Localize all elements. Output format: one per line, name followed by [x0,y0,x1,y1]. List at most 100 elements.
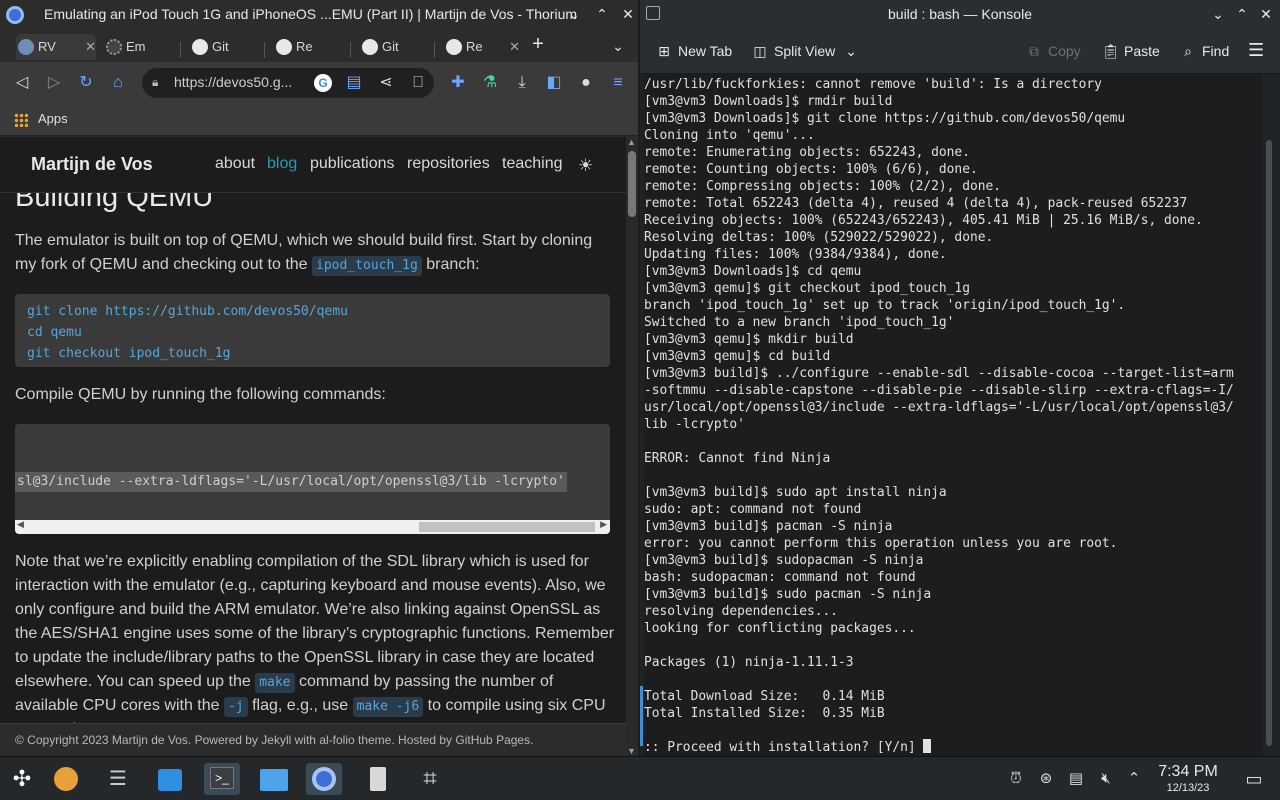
tray-expand-icon[interactable]: ⌃ [1124,769,1144,789]
konsole-taskbar-icon[interactable]: >_ [204,763,240,795]
new-tab-button[interactable]: ⊞ New Tab [656,43,732,60]
browser-toolbar: ◁ ▷ ↻ ⌂ 🔒︎ https://devos50.g... G ▤ ⋖ ⎕ … [0,62,638,104]
apps-bookmark[interactable]: Apps [38,111,68,126]
show-desktop-icon[interactable]: ▭ [1244,769,1264,789]
clipboard-icon[interactable]: ▤ [1066,769,1086,789]
terminal-line: lib -lcrypto' [644,417,745,432]
close-icon[interactable]: ✕ [620,6,636,22]
chevron-down-icon: ⌄ [845,43,857,59]
code-line: cd qemu [27,325,82,340]
reload-icon[interactable]: ↻ [76,73,96,93]
pager-icon[interactable] [50,763,82,795]
page-scrollbar[interactable]: ▲ ▼ [626,137,638,756]
tab-close-icon[interactable]: ✕ [509,34,520,60]
bookmark-icon[interactable]: ⎕ [408,73,428,93]
usb-icon[interactable] [362,763,394,795]
sidebar-icon[interactable]: ◧ [544,73,564,93]
minimize-icon[interactable]: ⌄ [566,6,582,22]
button-label: Find [1202,43,1230,59]
minimize-icon[interactable]: ⌄ [1210,6,1226,22]
button-label: Paste [1124,43,1160,59]
extensions-icon[interactable]: ✚ [448,73,468,93]
scroll-down-icon[interactable]: ▼ [627,746,636,756]
home-icon[interactable]: ⌂ [108,73,128,93]
tab-2[interactable]: Em [104,34,178,60]
nav-teaching[interactable]: teaching [502,155,563,173]
maximize-icon[interactable]: ⌃ [1234,6,1250,22]
tab-3[interactable]: Git [190,34,260,60]
new-tab-icon[interactable]: + [530,34,546,54]
scroll-up-icon[interactable]: ▲ [627,137,636,147]
url-text: https://devos50.g... [174,74,293,90]
back-icon[interactable]: ◁ [12,73,32,93]
settings-sliders-icon[interactable]: ☰ [102,763,134,795]
tab-search-chevron-icon[interactable]: ⌄ [610,38,626,54]
theme-toggle-icon[interactable]: ☀ [578,156,593,176]
app-launcher-icon[interactable]: ✣ [6,763,38,795]
thorium-taskbar-icon[interactable] [306,763,342,795]
terminal-scrollbar[interactable] [1266,140,1272,746]
terminal-line: remote: Enumerating objects: 652243, don… [644,145,970,160]
terminal-output[interactable]: /usr/lib/fuckforkies: cannot remove 'bui… [644,74,1262,756]
terminal-line: error: you cannot perform this operation… [644,536,1118,551]
close-icon[interactable]: ✕ [1258,6,1274,22]
scrollbar-thumb[interactable] [419,522,595,532]
terminal-line: usr/local/opt/openssl@3/include --extra-… [644,400,1234,415]
scroll-right-icon[interactable]: ▶ [600,519,607,530]
focus-indicator [640,686,643,746]
lock-icon: 🔒︎ [152,75,159,89]
nav-publications[interactable]: publications [310,155,395,173]
terminal-line: bash: sudopacman: command not found [644,570,916,585]
site-brand[interactable]: Martijn de Vos [31,154,153,175]
updates-icon[interactable]: ⊛ [1036,769,1056,789]
share-icon[interactable]: ⋖ [376,73,396,93]
search-icon: ⌕ [1184,43,1192,59]
scrollbar-thumb[interactable] [628,151,636,217]
store-icon[interactable] [154,763,186,795]
code-block-clone: git clone https://github.com/devos50/qem… [15,294,610,367]
file-manager-icon[interactable] [258,763,290,795]
github-icon [446,39,462,55]
nav-repositories[interactable]: repositories [407,155,490,173]
tab-strip: RV ✕ Em Git Re Git Re ✕ + ⌄ [0,30,638,62]
code-line: git clone https://github.com/devos50/qem… [27,304,348,319]
tab-6[interactable]: Re ✕ [444,34,520,60]
tab-close-icon[interactable]: ✕ [85,34,96,60]
terminal-line: sudo: apt: command not found [644,502,862,517]
forward-icon[interactable]: ▷ [44,73,64,93]
scroll-left-icon[interactable]: ◀ [17,519,24,530]
clock[interactable]: 7:34 PM 12/13/23 [1150,763,1226,795]
tab-1[interactable]: RV ✕ [16,34,96,60]
volume-muted-icon[interactable]: 🔇︎ [1096,769,1116,789]
copy-button[interactable]: ⧉ Copy [1026,43,1081,60]
nav-about[interactable]: about [215,155,255,173]
tab-favicon-icon [18,39,34,55]
terminal-line: remote: Total 652243 (delta 4), reused 4… [644,196,1188,211]
reader-mode-icon[interactable]: ▤ [344,73,364,93]
bookmarks-bar: Apps [0,104,638,136]
nav-blog[interactable]: blog [267,155,297,173]
para-text: flag, e.g., use [247,697,353,714]
notifications-icon[interactable]: ⏰︎ [1006,769,1026,789]
split-view-button[interactable]: ◫ Split View ⌄ [752,43,857,60]
browser-titlebar: Emulating an iPod Touch 1G and iPhoneOS … [0,0,638,30]
tab-5[interactable]: Git [360,34,430,60]
profile-icon[interactable]: ● [576,73,596,93]
google-icon[interactable]: G [314,74,332,92]
download-icon[interactable]: ⤓ [512,73,532,93]
tab-4[interactable]: Re [274,34,346,60]
terminal-line: [vm3@vm3 build]$ pacman -S ninja [644,519,893,534]
flask-icon[interactable]: ⚗ [480,73,500,93]
site-navbar: Martijn de Vos about blog publications r… [0,137,626,193]
paste-button[interactable]: 📋︎ Paste [1102,43,1160,60]
horizontal-scrollbar[interactable]: ◀ ▶ [15,519,610,534]
clock-time: 7:34 PM [1158,763,1218,780]
terminal-line: looking for conflicting packages... [644,621,916,636]
hamburger-menu-icon[interactable]: ☰ [1248,40,1264,61]
address-bar[interactable]: 🔒︎ https://devos50.g... G ▤ ⋖ ⎕ [142,68,434,98]
find-button[interactable]: ⌕ Find [1180,43,1229,60]
maximize-icon[interactable]: ⌃ [594,6,610,22]
screen-capture-icon[interactable]: ⌗ [414,763,446,795]
menu-icon[interactable]: ≡ [608,73,628,93]
browser-window: Emulating an iPod Touch 1G and iPhoneOS … [0,0,638,756]
